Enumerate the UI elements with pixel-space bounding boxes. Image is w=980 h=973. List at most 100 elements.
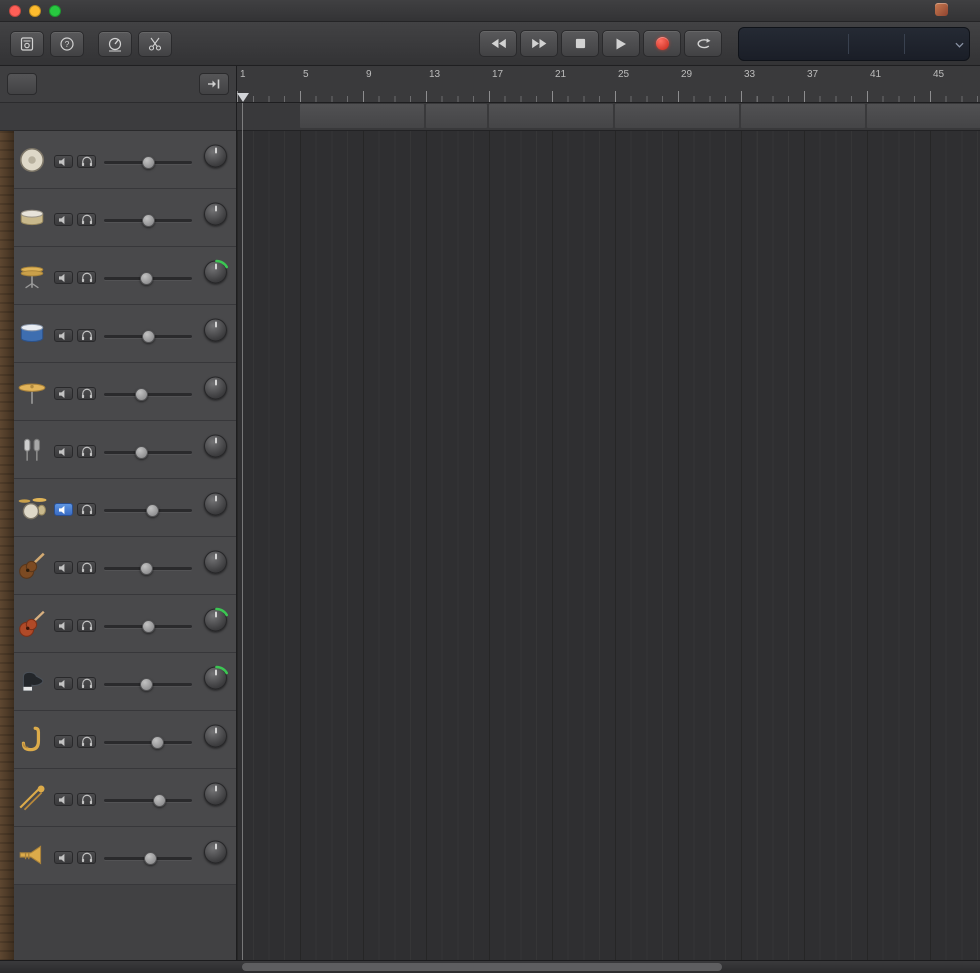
solo-button[interactable] xyxy=(77,155,96,168)
track-header-room[interactable] xyxy=(14,421,236,479)
mute-button[interactable] xyxy=(54,445,73,458)
catch-playhead-button[interactable] xyxy=(199,73,229,95)
mute-button[interactable] xyxy=(54,155,73,168)
cycle-button[interactable] xyxy=(684,30,722,57)
volume-slider[interactable] xyxy=(104,271,192,285)
arrangement-section-verse1[interactable] xyxy=(426,104,487,128)
volume-slider-thumb[interactable] xyxy=(140,272,153,285)
track-header-bass[interactable] xyxy=(14,537,236,595)
smart-controls-button[interactable] xyxy=(98,31,132,57)
track-header-trumpets[interactable] xyxy=(14,827,236,885)
record-button[interactable] xyxy=(643,30,681,57)
solo-button[interactable] xyxy=(77,213,96,226)
track-header-trombone[interactable] xyxy=(14,769,236,827)
zoom-button[interactable] xyxy=(49,5,61,17)
volume-slider[interactable] xyxy=(104,619,192,633)
solo-button[interactable] xyxy=(77,735,96,748)
solo-button[interactable] xyxy=(77,503,96,516)
volume-slider-thumb[interactable] xyxy=(153,794,166,807)
pan-knob[interactable] xyxy=(202,608,229,639)
volume-slider[interactable] xyxy=(104,213,192,227)
mute-button[interactable] xyxy=(54,503,73,516)
volume-slider[interactable] xyxy=(104,155,192,169)
track-header-piano[interactable] xyxy=(14,653,236,711)
mute-button[interactable] xyxy=(54,677,73,690)
mute-button[interactable] xyxy=(54,271,73,284)
add-track-button[interactable] xyxy=(7,73,37,95)
solo-button[interactable] xyxy=(77,445,96,458)
track-header-saxophone[interactable] xyxy=(14,711,236,769)
arrangement-section-chorus1[interactable] xyxy=(741,104,865,128)
solo-button[interactable] xyxy=(77,329,96,342)
stop-button[interactable] xyxy=(561,30,599,57)
pan-knob[interactable] xyxy=(202,144,229,175)
volume-slider-thumb[interactable] xyxy=(140,562,153,575)
pan-knob[interactable] xyxy=(202,724,229,755)
pan-knob[interactable] xyxy=(202,840,229,871)
arrangement-section-chorus2[interactable] xyxy=(867,104,980,128)
solo-button[interactable] xyxy=(77,387,96,400)
solo-button[interactable] xyxy=(77,851,96,864)
mute-button[interactable] xyxy=(54,793,73,806)
timeline-ruler[interactable]: 159131721252933374145 xyxy=(237,66,980,103)
pan-knob[interactable] xyxy=(202,318,229,349)
play-button[interactable] xyxy=(602,30,640,57)
mute-button[interactable] xyxy=(54,851,73,864)
arrangement-track-header[interactable] xyxy=(0,103,236,131)
pan-knob[interactable] xyxy=(202,666,229,697)
playhead-marker[interactable] xyxy=(237,93,249,102)
volume-slider-thumb[interactable] xyxy=(144,852,157,865)
pan-knob[interactable] xyxy=(202,260,229,291)
volume-slider-thumb[interactable] xyxy=(146,504,159,517)
volume-slider-thumb[interactable] xyxy=(135,446,148,459)
rewind-button[interactable] xyxy=(479,30,517,57)
volume-slider-thumb[interactable] xyxy=(135,388,148,401)
pan-knob[interactable] xyxy=(202,550,229,581)
volume-slider[interactable] xyxy=(104,561,192,575)
mute-button[interactable] xyxy=(54,735,73,748)
solo-button[interactable] xyxy=(77,677,96,690)
mute-button[interactable] xyxy=(54,213,73,226)
mute-button[interactable] xyxy=(54,561,73,574)
track-header-drums[interactable] xyxy=(14,479,236,537)
track-header-snare[interactable] xyxy=(14,189,236,247)
volume-slider[interactable] xyxy=(104,503,192,517)
volume-slider[interactable] xyxy=(104,329,192,343)
minimize-button[interactable] xyxy=(29,5,41,17)
track-header-guitar[interactable] xyxy=(14,595,236,653)
volume-slider-thumb[interactable] xyxy=(142,330,155,343)
track-header-overheads[interactable] xyxy=(14,363,236,421)
fast-forward-button[interactable] xyxy=(520,30,558,57)
horizontal-scrollbar[interactable] xyxy=(242,963,722,971)
solo-button[interactable] xyxy=(77,793,96,806)
volume-slider-thumb[interactable] xyxy=(151,736,164,749)
empty-lane-area[interactable] xyxy=(237,131,980,960)
pan-knob[interactable] xyxy=(202,376,229,407)
pan-knob[interactable] xyxy=(202,492,229,523)
solo-button[interactable] xyxy=(77,271,96,284)
track-header-toms[interactable] xyxy=(14,305,236,363)
pan-knob[interactable] xyxy=(202,202,229,233)
volume-slider-thumb[interactable] xyxy=(142,620,155,633)
volume-slider[interactable] xyxy=(104,735,192,749)
volume-slider[interactable] xyxy=(104,851,192,865)
quick-help-button[interactable]: ? xyxy=(50,31,84,57)
arrangement-section-intro[interactable] xyxy=(300,104,424,128)
lcd-position-section[interactable] xyxy=(749,30,840,58)
volume-slider[interactable] xyxy=(104,445,192,459)
library-button[interactable] xyxy=(10,31,44,57)
arrangement-section-verse2[interactable] xyxy=(489,104,613,128)
pan-knob[interactable] xyxy=(202,434,229,465)
mute-button[interactable] xyxy=(54,329,73,342)
track-header-hat[interactable] xyxy=(14,247,236,305)
mute-button[interactable] xyxy=(54,619,73,632)
volume-slider-thumb[interactable] xyxy=(140,678,153,691)
lcd-key-section[interactable] xyxy=(912,30,955,58)
volume-slider[interactable] xyxy=(104,387,192,401)
solo-button[interactable] xyxy=(77,561,96,574)
volume-slider[interactable] xyxy=(104,793,192,807)
mute-button[interactable] xyxy=(54,387,73,400)
editors-button[interactable] xyxy=(138,31,172,57)
volume-slider[interactable] xyxy=(104,677,192,691)
volume-slider-thumb[interactable] xyxy=(142,214,155,227)
